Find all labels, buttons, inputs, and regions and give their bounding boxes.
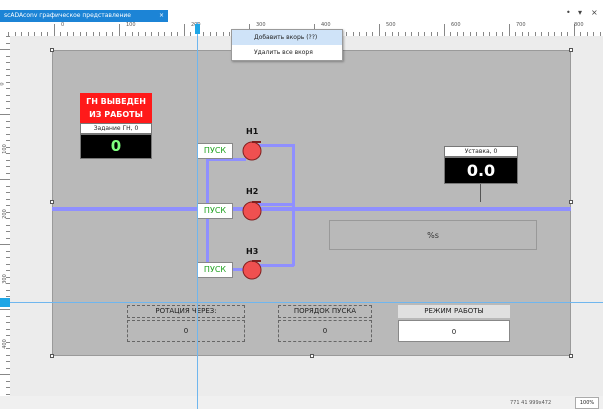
- text-placeholder[interactable]: %s: [329, 220, 537, 250]
- ruler-tick: [0, 244, 10, 245]
- h-ruler-label: 300: [256, 22, 266, 28]
- mode-value[interactable]: 0: [398, 320, 510, 342]
- ruler-tick: [0, 179, 10, 180]
- ruler-tick: [53, 24, 55, 36]
- start-button-h1[interactable]: ПУСК: [197, 143, 233, 159]
- h-ruler-label: 700: [516, 22, 526, 28]
- h-ruler-label: 400: [321, 22, 331, 28]
- pump-h2-name: H2: [246, 187, 259, 196]
- setpoint-connector: [480, 184, 481, 202]
- pump-h3-icon[interactable]: [240, 258, 264, 282]
- resize-handle[interactable]: [50, 48, 54, 52]
- ruler-tick: [508, 24, 510, 36]
- ruler-tick: [378, 24, 380, 36]
- v-ruler-label: 100: [1, 144, 8, 154]
- tab-bar: scADAconv графическое представление × • …: [0, 0, 603, 23]
- pump-h1-icon[interactable]: [240, 139, 264, 163]
- pump-h3-name: H3: [246, 247, 259, 256]
- zoom-select[interactable]: 100%: [575, 397, 599, 409]
- v-ruler-label: 400: [1, 339, 8, 349]
- close-icon[interactable]: ×: [591, 8, 598, 17]
- h-ruler-label: 800: [574, 22, 584, 28]
- alarm-line-1: ГН ВЫВЕДЕН: [86, 97, 146, 106]
- resize-handle[interactable]: [569, 48, 573, 52]
- v-ruler-label: 300: [1, 274, 8, 284]
- resize-handle[interactable]: [310, 354, 314, 358]
- alarm-line-2: ИЗ РАБОТЫ: [89, 110, 143, 119]
- vertical-guide[interactable]: [197, 22, 198, 409]
- start-order-label: ПОРЯДОК ПУСКА: [278, 305, 372, 318]
- setpoint-value[interactable]: 0.0: [444, 157, 518, 184]
- pump-h2-icon[interactable]: [240, 199, 264, 223]
- start-button-h2[interactable]: ПУСК: [197, 203, 233, 219]
- start-button-h3[interactable]: ПУСК: [197, 262, 233, 278]
- main-pipe: [52, 207, 571, 211]
- ruler-tick: [0, 49, 10, 50]
- ruler-tick: [183, 24, 185, 36]
- tab-title: scADAconv графическое представление: [4, 12, 131, 19]
- context-menu: Добавить вкорь (??) Удалить все вкоря: [231, 29, 343, 61]
- guide-marker-v[interactable]: [0, 298, 10, 307]
- ruler-tick: [0, 374, 10, 375]
- tab-graphic-view[interactable]: scADAconv графическое представление ×: [0, 10, 168, 22]
- alarm-indicator: ГН ВЫВЕДЕН ИЗ РАБОТЫ: [80, 93, 152, 123]
- resize-handle[interactable]: [569, 200, 573, 204]
- resize-handle[interactable]: [569, 354, 573, 358]
- resize-handle[interactable]: [50, 354, 54, 358]
- v-ruler-label: 200: [1, 209, 8, 219]
- gn-task-value[interactable]: 0: [80, 134, 152, 159]
- resize-handle[interactable]: [50, 200, 54, 204]
- tab-close-icon[interactable]: ×: [159, 10, 164, 22]
- rotation-value[interactable]: 0: [127, 320, 245, 342]
- setpoint-label: Уставка, 0: [444, 146, 518, 157]
- v-ruler-label: 0: [0, 82, 6, 86]
- h-ruler-label: 600: [451, 22, 461, 28]
- ruler-tick: [0, 114, 10, 115]
- pump-h1-name: H1: [246, 127, 259, 136]
- restore-icon[interactable]: ▾: [578, 8, 582, 17]
- h-ruler-label: 100: [126, 22, 136, 28]
- menu-item-remove-guides[interactable]: Удалить все вкоря: [232, 45, 342, 60]
- status-coords: 771 41 999x472: [510, 400, 552, 406]
- gn-task-label: Задание ГН, 0: [80, 123, 152, 134]
- start-order-value[interactable]: 0: [278, 320, 372, 342]
- mode-label: РЕЖИМ РАБОТЫ: [398, 305, 510, 318]
- rotation-label: РОТАЦИЯ ЧЕРЕЗ:: [127, 305, 245, 318]
- horizontal-guide[interactable]: [0, 302, 603, 303]
- ruler-tick: [443, 24, 445, 36]
- h-ruler-label: 500: [386, 22, 396, 28]
- h-ruler-label: 0: [61, 22, 65, 28]
- ruler-tick: [0, 309, 10, 310]
- ruler-tick: [118, 24, 120, 36]
- pin-icon[interactable]: •: [566, 8, 571, 17]
- guide-marker-h[interactable]: [195, 24, 200, 34]
- menu-item-add-guide[interactable]: Добавить вкорь (??): [232, 30, 342, 45]
